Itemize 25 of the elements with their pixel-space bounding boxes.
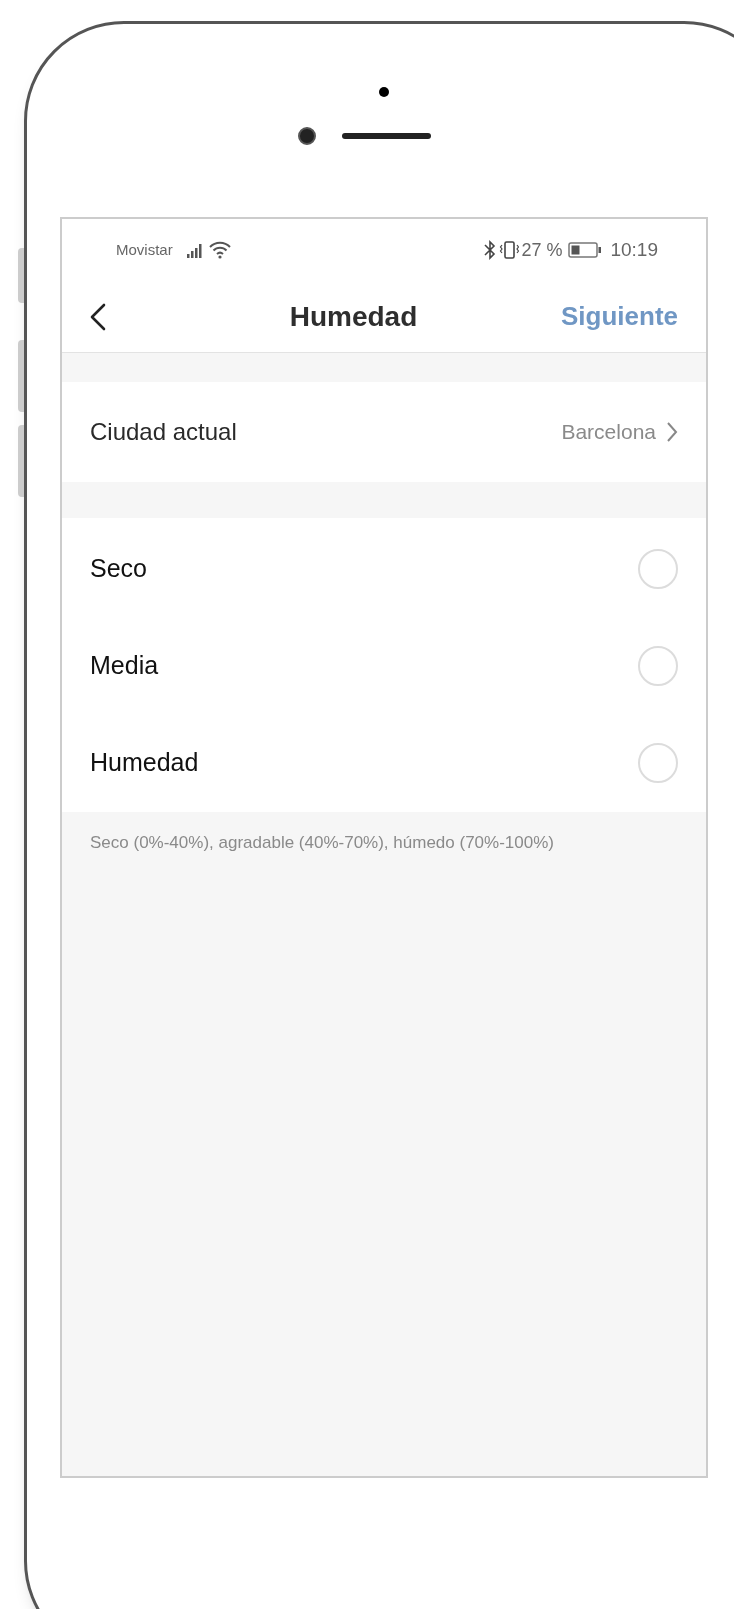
side-button[interactable] xyxy=(18,425,24,497)
city-row[interactable]: Ciudad actual Barcelona xyxy=(62,382,706,482)
signal-icon xyxy=(186,242,205,258)
radio-button[interactable] xyxy=(638,645,678,686)
clock-time: 10:19 xyxy=(610,237,658,262)
option-label: Media xyxy=(90,649,160,681)
city-value: Barcelona xyxy=(561,419,656,446)
side-button[interactable] xyxy=(18,248,24,303)
option-label: Seco xyxy=(90,552,148,584)
battery-percentage: 27 % xyxy=(521,238,563,262)
row-label: Ciudad actual xyxy=(90,417,238,447)
option-label: Humedad xyxy=(90,746,200,778)
radio-button[interactable] xyxy=(638,548,678,589)
bluetooth-icon xyxy=(484,240,497,260)
screen-title: Humedad xyxy=(289,299,418,334)
back-icon[interactable] xyxy=(90,302,106,331)
footnote-text: Seco (0%-40%), agradable (40%-70%), húmedo (70%-100%) xyxy=(89,832,555,854)
battery-icon xyxy=(568,241,603,259)
camera-icon xyxy=(297,127,316,145)
chevron-right-icon xyxy=(666,421,678,443)
vibrate-icon xyxy=(499,240,520,260)
wifi-icon xyxy=(207,241,232,259)
carrier-name: Movistar xyxy=(116,239,173,260)
side-button[interactable] xyxy=(18,340,24,412)
radio-button[interactable] xyxy=(638,742,678,783)
